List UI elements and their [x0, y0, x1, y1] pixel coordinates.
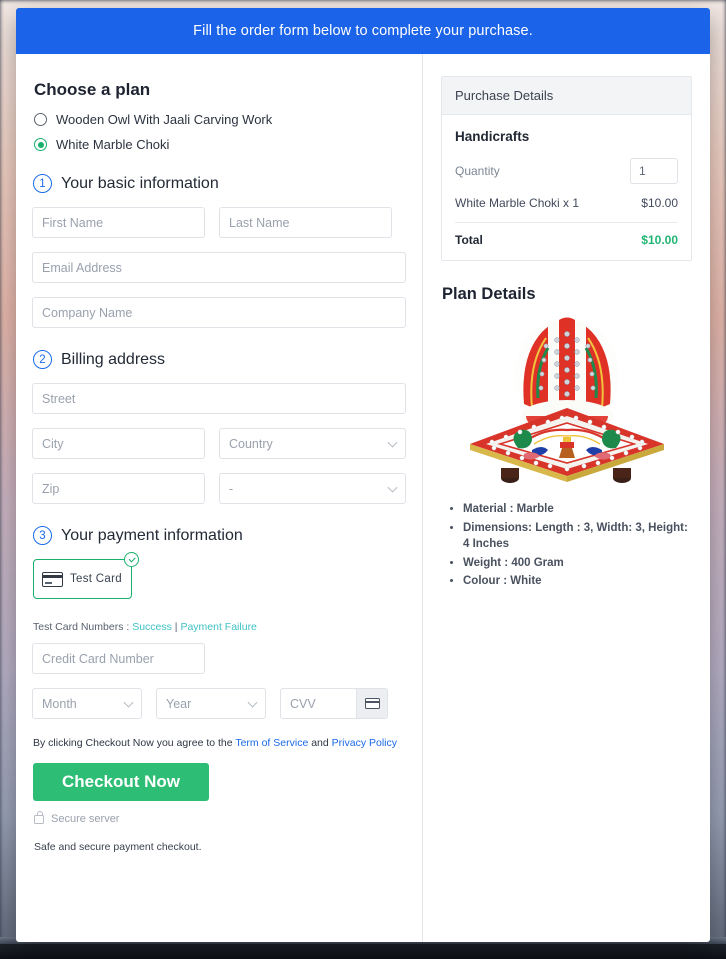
street-input[interactable]: Street — [32, 383, 406, 414]
test-card-numbers-prefix: Test Card Numbers : — [33, 621, 133, 633]
email-row: Email Address — [32, 252, 406, 283]
cvv-field-group[interactable]: CVV — [280, 688, 388, 719]
email-input[interactable]: Email Address — [32, 252, 406, 283]
term-of-service-link[interactable]: Term of Service — [235, 737, 308, 749]
zip-state-row: Zip - — [32, 473, 406, 504]
purchase-category: Handicrafts — [455, 129, 530, 144]
test-card-numbers-line: Test Card Numbers : Success | Payment Fa… — [33, 621, 406, 633]
secure-server-label: Secure server — [51, 813, 120, 825]
plan-option-label: Wooden Owl With Jaali Carving Work — [56, 112, 273, 127]
list-item: Dimensions: Length : 3, Width: 3, Height… — [463, 520, 692, 553]
country-select[interactable]: Country — [219, 428, 406, 459]
plan-details-heading: Plan Details — [442, 285, 536, 303]
step-title: Your basic information — [61, 174, 219, 192]
privacy-policy-link[interactable]: Privacy Policy — [332, 737, 397, 749]
total-label: Total — [455, 233, 483, 247]
test-card-option[interactable]: Test Card — [33, 552, 139, 599]
cvv-input[interactable]: CVV — [281, 689, 356, 718]
name-row: First Name Last Name — [32, 207, 406, 238]
chevron-down-icon — [123, 697, 134, 708]
success-link[interactable]: Success — [132, 621, 172, 633]
card-body: Choose a plan Wooden Owl With Jaali Carv… — [16, 54, 710, 942]
plan-option-label: White Marble Choki — [56, 137, 170, 152]
banner: Fill the order form below to complete yo… — [16, 8, 710, 54]
checkout-now-button[interactable]: Checkout Now — [33, 763, 209, 801]
list-item: Weight : 400 Gram — [463, 555, 692, 572]
test-card-label: Test Card — [70, 573, 122, 585]
step-3-header: 3 Your payment information — [33, 526, 406, 545]
list-item: Colour : White — [463, 573, 692, 590]
first-name-input[interactable]: First Name — [32, 207, 205, 238]
summary-column: Purchase Details Handicrafts Quantity 1 … — [423, 54, 710, 942]
check-circle-icon — [124, 552, 139, 567]
purchase-details-body: Handicrafts Quantity 1 White Marble Chok… — [442, 115, 691, 260]
plan-detail-bullets: Material : Marble Dimensions: Length : 3… — [441, 501, 692, 590]
last-name-input[interactable]: Last Name — [219, 207, 392, 238]
company-row: Company Name — [32, 297, 406, 328]
credit-card-icon — [42, 571, 63, 587]
step-title: Billing address — [61, 350, 166, 368]
step-1-header: 1 Your basic information — [33, 174, 406, 193]
order-form-column: Choose a plan Wooden Owl With Jaali Carv… — [16, 54, 422, 942]
year-select-value: Year — [166, 696, 192, 711]
total-value: $10.00 — [641, 233, 678, 247]
zip-input[interactable]: Zip — [32, 473, 205, 504]
month-select-value: Month — [42, 696, 77, 711]
step-number-badge: 3 — [33, 526, 52, 545]
quantity-row: Quantity 1 — [455, 158, 678, 184]
marble-choki-illustration — [469, 317, 664, 483]
year-select[interactable]: Year — [156, 688, 266, 719]
terms-prefix: By clicking Checkout Now you agree to th… — [33, 737, 236, 749]
line-item-label: White Marble Choki x 1 — [455, 196, 580, 210]
purchase-details-box: Purchase Details Handicrafts Quantity 1 … — [441, 76, 692, 261]
chevron-down-icon — [387, 437, 398, 448]
month-select[interactable]: Month — [32, 688, 142, 719]
radio-selected-icon[interactable] — [34, 138, 47, 151]
payment-failure-link[interactable]: Payment Failure — [180, 621, 256, 633]
state-select-value: - — [229, 481, 234, 496]
terms-mid: and — [308, 737, 332, 749]
chevron-down-icon — [247, 697, 258, 708]
line-item-price: $10.00 — [641, 196, 678, 210]
chevron-down-icon — [387, 482, 398, 493]
product-image — [441, 312, 692, 487]
step-2-header: 2 Billing address — [33, 350, 406, 369]
list-item: Material : Marble — [463, 501, 692, 518]
credit-card-row: Credit Card Number — [32, 643, 406, 674]
company-name-input[interactable]: Company Name — [32, 297, 406, 328]
choose-plan-heading: Choose a plan — [34, 80, 151, 99]
plan-option-wooden-owl[interactable]: Wooden Owl With Jaali Carving Work — [34, 112, 406, 127]
plan-option-white-marble-choki[interactable]: White Marble Choki — [34, 137, 406, 152]
step-number-badge: 1 — [33, 174, 52, 193]
card-back-icon — [364, 698, 380, 709]
checkout-card: Fill the order form below to complete yo… — [16, 8, 710, 942]
step-number-badge: 2 — [33, 350, 52, 369]
total-row: Total $10.00 — [455, 233, 678, 247]
expiry-cvv-row: Month Year CVV — [32, 688, 406, 719]
line-item-row: White Marble Choki x 1 $10.00 — [455, 196, 678, 210]
radio-icon[interactable] — [34, 113, 47, 126]
summary-divider — [455, 222, 678, 223]
city-country-row: City Country — [32, 428, 406, 459]
lock-icon — [34, 811, 44, 824]
credit-card-number-input[interactable]: Credit Card Number — [32, 643, 205, 674]
quantity-input[interactable]: 1 — [630, 158, 678, 184]
terms-line: By clicking Checkout Now you agree to th… — [33, 737, 406, 749]
step-title: Your payment information — [61, 526, 243, 544]
safe-checkout-note: Safe and secure payment checkout. — [34, 841, 202, 853]
purchase-details-header: Purchase Details — [442, 77, 691, 115]
cvv-help-button[interactable] — [356, 689, 387, 718]
state-select[interactable]: - — [219, 473, 406, 504]
street-row: Street — [32, 383, 406, 414]
city-input[interactable]: City — [32, 428, 205, 459]
country-select-value: Country — [229, 436, 273, 451]
secure-server-note: Secure server — [34, 811, 406, 825]
quantity-label: Quantity — [455, 164, 500, 178]
